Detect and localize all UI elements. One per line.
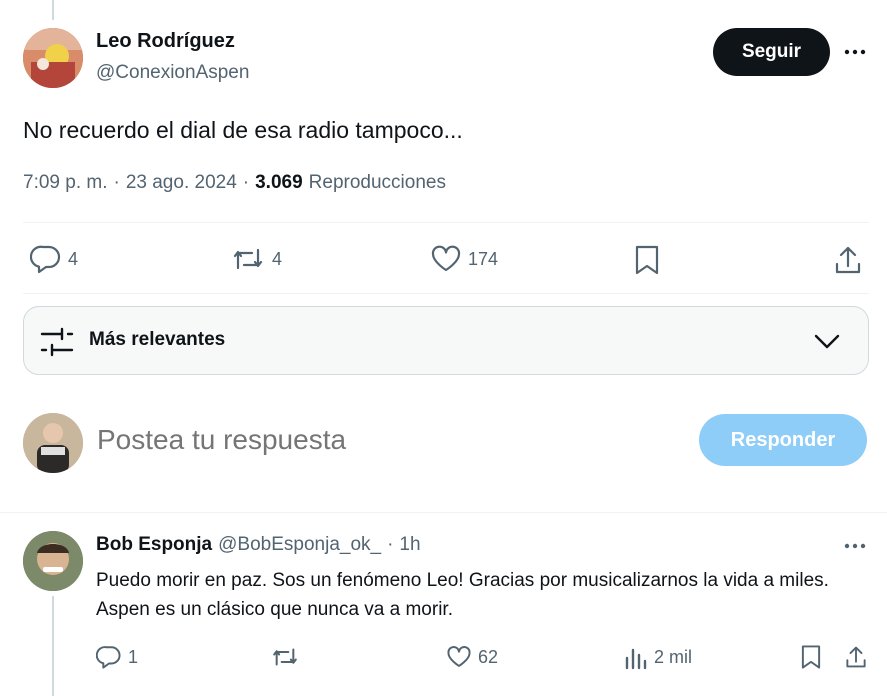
repost-icon (273, 648, 297, 666)
views-count: 3.069 (255, 172, 303, 193)
reply-header: Bob Esponja @BobEsponja_ok_ · 1h (96, 534, 421, 556)
reply-icon (96, 646, 121, 669)
reply-icon (30, 245, 61, 274)
share-icon (846, 646, 866, 668)
reply-bookmark-action[interactable] (800, 644, 822, 670)
views-label: Reproducciones (308, 172, 446, 193)
reply-like-action[interactable]: 62 (446, 644, 498, 670)
sort-selector[interactable]: Más relevantes (23, 306, 869, 375)
like-count: 174 (468, 248, 499, 269)
share-action[interactable] (834, 244, 862, 276)
repost-action[interactable]: 4 (230, 244, 282, 274)
tweet-text: No recuerdo el dial de esa radio tampoco… (23, 117, 463, 143)
reply-like-count: 62 (478, 646, 499, 667)
reply-author-avatar[interactable] (23, 531, 83, 591)
tweet-time[interactable]: 7:09 p. m. (23, 172, 108, 194)
reply-reply-count: 1 (128, 646, 139, 667)
reply-views-count: 2 mil (654, 646, 693, 667)
views-icon (625, 648, 647, 670)
like-icon (447, 646, 471, 667)
thread-connector (52, 0, 54, 20)
user-avatar[interactable] (23, 413, 83, 473)
like-icon (431, 245, 461, 272)
reply-button[interactable]: Responder (699, 414, 867, 466)
chevron-down-icon (814, 334, 840, 349)
repost-icon (233, 248, 263, 270)
author-handle[interactable]: @ConexionAspen (96, 62, 249, 84)
more-icon[interactable] (840, 37, 870, 67)
reply-author-name[interactable]: Bob Esponja (96, 534, 212, 556)
repost-count: 4 (272, 248, 283, 269)
bookmark-action[interactable] (634, 244, 660, 276)
sort-label: Más relevantes (89, 329, 226, 350)
divider (23, 293, 869, 294)
reply-reply-action[interactable]: 1 (96, 644, 138, 670)
follow-button[interactable]: Seguir (713, 28, 830, 76)
bookmark-icon (801, 645, 821, 669)
author-avatar[interactable] (23, 28, 83, 88)
filter-icon (40, 327, 74, 357)
tweet-date[interactable]: 23 ago. 2024 (126, 172, 237, 194)
bookmark-icon (635, 245, 659, 275)
reply-action[interactable]: 4 (30, 244, 78, 274)
reply-separator: · (387, 534, 394, 555)
reply-views-action[interactable]: 2 mil (624, 644, 692, 670)
divider (23, 222, 869, 223)
share-icon (835, 246, 861, 274)
author-name[interactable]: Leo Rodríguez (96, 30, 235, 53)
reply-author-handle[interactable]: @BobEsponja_ok_ (218, 534, 381, 556)
reply-input[interactable] (97, 420, 657, 460)
tweet-meta: 7:09 p. m. · 23 ago. 2024 · 3.069 Reprod… (23, 172, 446, 194)
more-icon[interactable] (840, 531, 870, 561)
meta-separator: · (113, 172, 120, 193)
reply-repost-action[interactable] (270, 644, 300, 670)
reply-count: 4 (68, 248, 79, 269)
divider (0, 512, 887, 513)
thread-connector (52, 596, 54, 696)
reply-text: Puedo morir en paz. Sos un fenómeno Leo!… (96, 570, 829, 620)
reply-share-action[interactable] (845, 644, 867, 670)
meta-separator: · (242, 172, 250, 193)
like-action[interactable]: 174 (430, 244, 498, 274)
reply-time[interactable]: 1h (399, 534, 420, 556)
